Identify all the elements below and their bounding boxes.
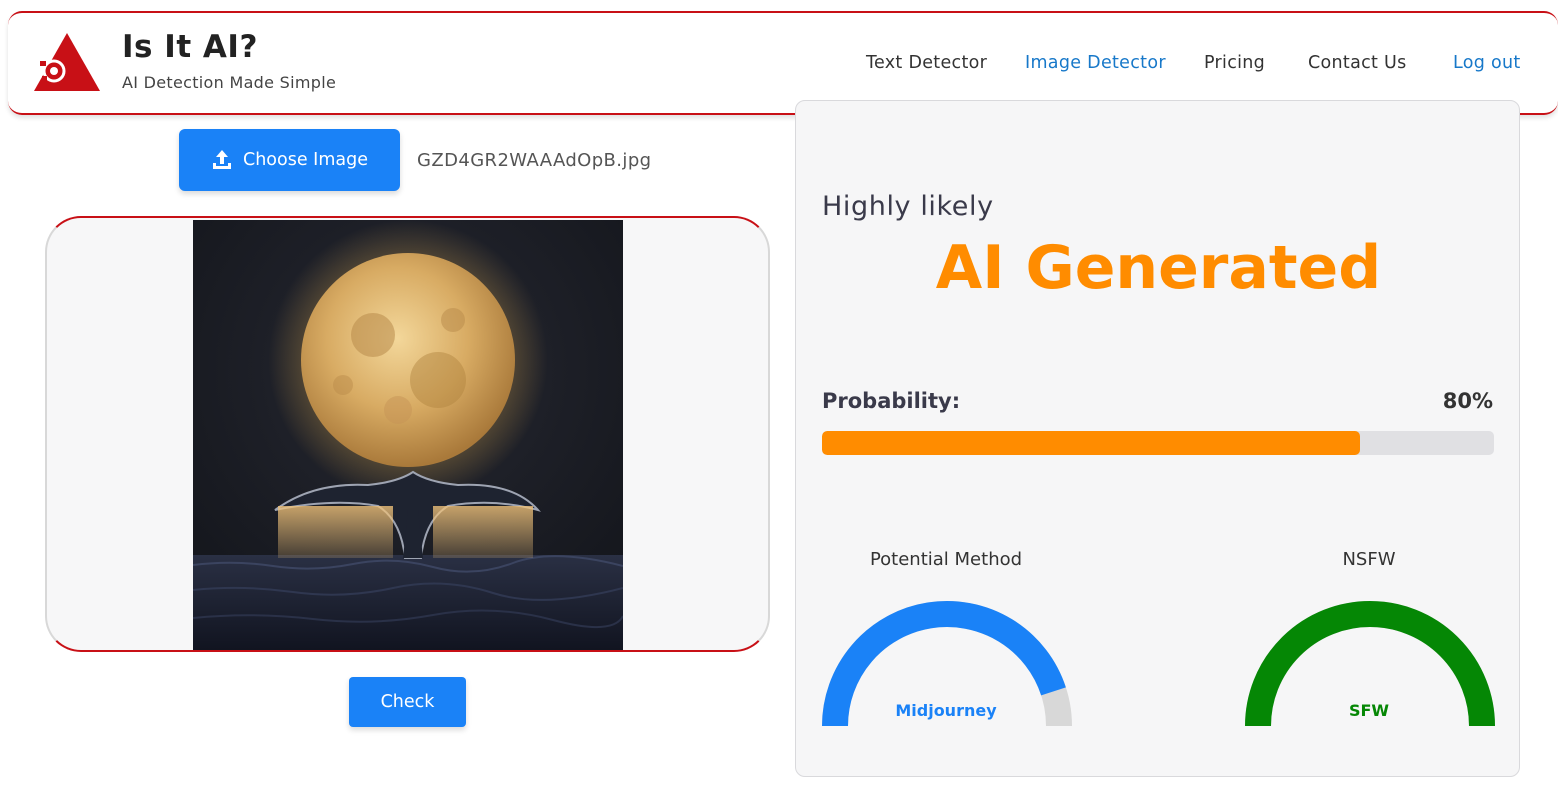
brand-title: Is It AI? <box>122 29 258 65</box>
nav-contact-us[interactable]: Contact Us <box>1308 53 1407 73</box>
result-panel: Highly likely AI Generated Probability: … <box>795 100 1520 777</box>
uploaded-image-preview <box>193 220 623 650</box>
nsfw-gauge-title: NSFW <box>1342 549 1396 570</box>
choose-image-label: Choose Image <box>243 150 368 170</box>
verdict-text: AI Generated <box>935 233 1382 303</box>
selected-filename: GZD4GR2WAAAdOpB.jpg <box>417 150 652 171</box>
method-gauge-value: Midjourney <box>895 701 997 720</box>
choose-image-button[interactable]: Choose Image <box>179 129 400 191</box>
image-preview-box <box>45 216 770 652</box>
probability-bar-fill <box>822 431 1360 455</box>
nav-log-out[interactable]: Log out <box>1453 53 1521 73</box>
likelihood-text: Highly likely <box>822 191 994 222</box>
upload-icon <box>213 150 231 169</box>
nav-image-detector[interactable]: Image Detector <box>1025 53 1166 73</box>
check-button[interactable]: Check <box>349 677 466 727</box>
probability-label: Probability: <box>822 389 961 413</box>
nav-pricing[interactable]: Pricing <box>1204 53 1265 73</box>
probability-value: 80% <box>1442 389 1493 413</box>
method-gauge-title: Potential Method <box>869 549 1023 570</box>
logo-icon[interactable] <box>32 31 102 95</box>
nsfw-gauge-value: SFW <box>1348 701 1390 720</box>
probability-bar <box>822 431 1494 455</box>
nav-text-detector[interactable]: Text Detector <box>866 53 987 73</box>
brand-subtitle: AI Detection Made Simple <box>122 73 337 92</box>
